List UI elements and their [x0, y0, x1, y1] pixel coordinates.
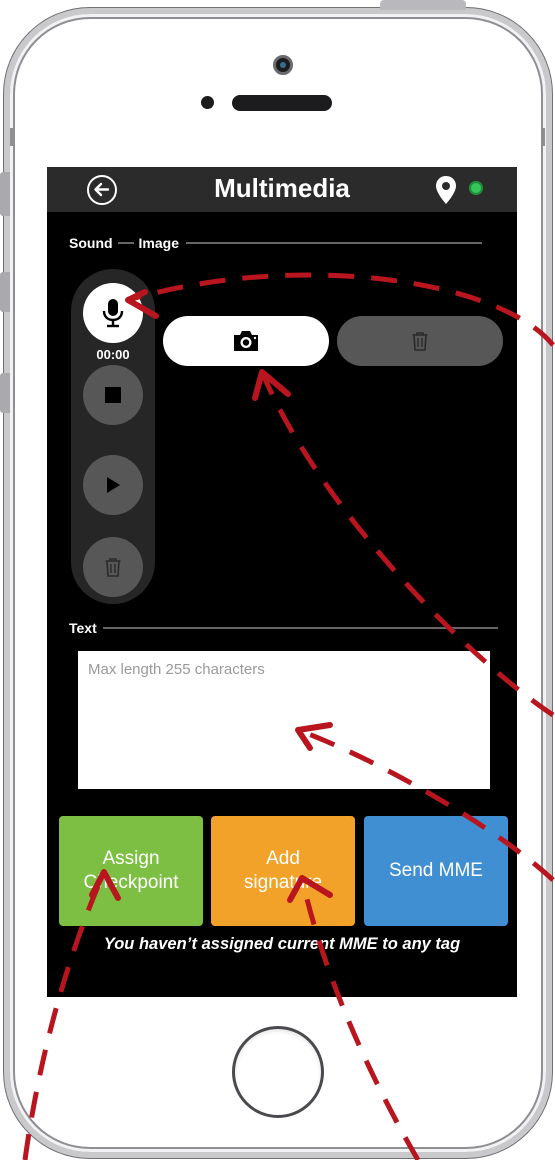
microphone-icon	[102, 299, 124, 328]
camera-icon	[234, 331, 258, 351]
gps-status-indicator	[469, 181, 483, 195]
volume-up-button	[0, 272, 10, 312]
message-text-input[interactable]	[78, 651, 490, 789]
home-button[interactable]	[232, 1026, 324, 1118]
section-header-text: Text	[69, 620, 498, 636]
recording-timer: 00:00	[96, 347, 130, 362]
trash-icon	[105, 558, 121, 577]
add-signature-button[interactable]: Add signature	[211, 816, 355, 926]
send-mme-button[interactable]: Send MME	[364, 816, 508, 926]
section-header-sound-image: Sound Image	[69, 235, 483, 251]
earpiece-speaker	[232, 95, 332, 111]
take-photo-button[interactable]	[163, 316, 329, 366]
power-button	[380, 0, 466, 10]
play-button[interactable]	[83, 455, 143, 515]
section-label-text: Text	[69, 620, 97, 636]
antenna-band-left	[10, 128, 13, 146]
divider	[117, 242, 134, 244]
send-mme-label: Send MME	[389, 860, 483, 881]
add-signature-label: Add signature	[243, 848, 323, 893]
divider	[102, 627, 498, 629]
assignment-hint: You haven’t assigned current MME to any …	[103, 935, 461, 953]
sound-controls-panel: 00:00	[71, 269, 155, 604]
section-label-sound: Sound	[69, 235, 113, 251]
front-camera-icon	[273, 55, 293, 75]
section-label-image: Image	[138, 235, 180, 251]
divider	[186, 242, 483, 244]
proximity-sensor	[201, 96, 214, 109]
assign-checkpoint-label: Assign Checkpoint	[83, 848, 179, 893]
play-icon	[107, 477, 120, 493]
record-button[interactable]	[83, 283, 143, 343]
volume-down-button	[0, 373, 10, 413]
stop-icon	[105, 387, 121, 403]
stop-button[interactable]	[83, 365, 143, 425]
trash-icon	[412, 332, 428, 351]
app-header: Multimedia	[47, 167, 517, 212]
assign-checkpoint-button[interactable]: Assign Checkpoint	[59, 816, 203, 926]
app-screen: Multimedia Sound Image 00:00 Text Max le…	[47, 167, 517, 997]
antenna-band-right	[542, 128, 545, 146]
mute-switch	[0, 172, 10, 216]
map-pin-icon[interactable]	[435, 175, 457, 205]
delete-sound-button[interactable]	[83, 537, 143, 597]
delete-image-button[interactable]	[337, 316, 503, 366]
